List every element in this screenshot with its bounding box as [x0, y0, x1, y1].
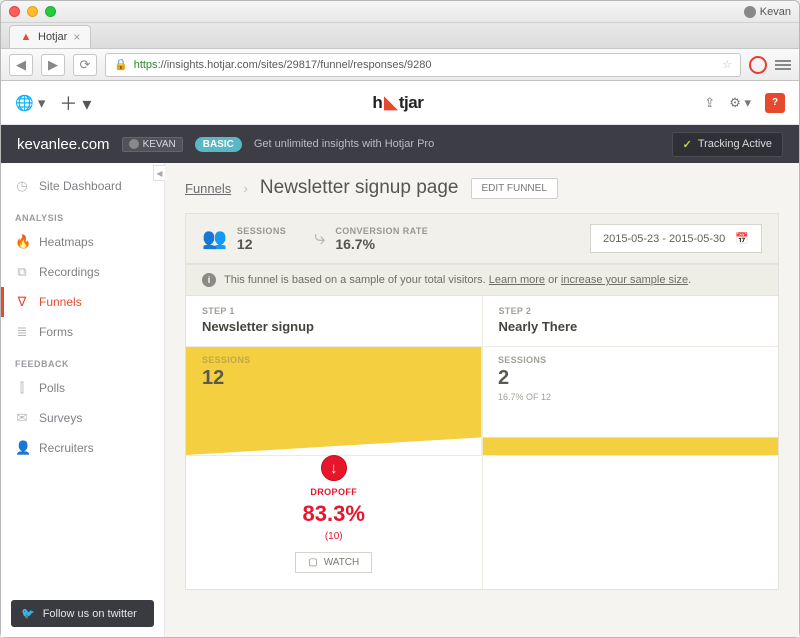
window-close-button[interactable] [9, 6, 20, 17]
plan-badge: BASIC [195, 137, 242, 152]
dashboard-icon: ◷ [15, 178, 29, 194]
info-icon: i [202, 273, 216, 287]
page-title: Newsletter signup page [260, 177, 459, 199]
sidebar-item-recruiters[interactable]: 👤 Recruiters [1, 433, 164, 463]
site-bar: kevanlee.com KEVAN BASIC Get unlimited i… [1, 125, 799, 163]
sidebar-item-funnels[interactable]: ∇ Funnels [1, 287, 164, 317]
sidebar: ◀ ◷ Site Dashboard ANALYSIS 🔥 Heatmaps ⧉… [1, 163, 165, 637]
browser-tab[interactable]: ▲ Hotjar × [9, 25, 91, 48]
sessions-step-1: SESSIONS 12 [186, 347, 482, 455]
hotjar-logo[interactable]: h◣tjar [372, 93, 423, 113]
browser-toolbar: ◀ ▶ ⟳ 🔒 https://insights.hotjar.com/site… [1, 49, 799, 81]
sidebar-collapse-button[interactable]: ◀ [153, 165, 165, 181]
site-domain[interactable]: kevanlee.com [17, 136, 110, 153]
learn-more-link[interactable]: Learn more [489, 274, 545, 286]
polls-icon: ⫿ [15, 380, 29, 396]
dropoff-step-1: ↓ DROPOFF 83.3% (10) ▢ WATCH [186, 456, 483, 589]
watch-button[interactable]: ▢ WATCH [295, 552, 372, 573]
breadcrumb-root[interactable]: Funnels [185, 181, 231, 196]
sessions-step-2: SESSIONS 2 16.7% OF 12 [482, 347, 778, 455]
sidebar-section-header: ANALYSIS [1, 201, 164, 227]
main-content: Funnels › Newsletter signup page EDIT FU… [165, 163, 799, 637]
twitter-icon: 🐦 [21, 607, 35, 620]
add-site-button[interactable]: ＋ ▾ [59, 90, 91, 116]
settings-gear-icon[interactable]: ⚙ ▾ [729, 95, 751, 111]
twitter-follow-button[interactable]: 🐦 Follow us on twitter [11, 600, 154, 627]
language-button[interactable]: 🌐 ▾ [15, 94, 45, 112]
sessions-icon: 👥 [202, 226, 227, 251]
increase-sample-link[interactable]: increase your sample size [561, 274, 688, 286]
back-button[interactable]: ◀ [9, 54, 33, 76]
forms-icon: ≣ [15, 324, 29, 340]
sidebar-item-recordings[interactable]: ⧉ Recordings [1, 257, 164, 287]
stat-conversion: ⤷ CONVERSION RATE 16.7% [314, 226, 428, 252]
sidebar-item-label: Forms [39, 325, 73, 339]
user-role-badge: KEVAN [122, 137, 183, 152]
recruiters-icon: 👤 [15, 440, 29, 456]
dropoff-step-2 [483, 456, 779, 589]
window-titlebar: Kevan [1, 1, 799, 23]
info-strip: i This funnel is based on a sample of yo… [186, 264, 778, 296]
chevron-right-icon: › [243, 180, 248, 196]
browser-menu-button[interactable] [775, 60, 791, 70]
camera-icon: ▢ [308, 557, 317, 568]
sidebar-item-heatmaps[interactable]: 🔥 Heatmaps [1, 227, 164, 257]
dropoff-count: (10) [325, 531, 343, 542]
profile-avatar-icon [744, 6, 756, 18]
user-icon [129, 139, 139, 149]
sidebar-item-label: Recordings [39, 265, 100, 279]
sidebar-section-header: FEEDBACK [1, 347, 164, 373]
funnel-icon: ∇ [15, 294, 29, 310]
sidebar-item-label: Funnels [39, 295, 82, 309]
sidebar-item-label: Polls [39, 381, 65, 395]
funnel-step-1: STEP 1 Newsletter signup [186, 296, 483, 346]
conversion-icon: ⤷ [314, 227, 325, 250]
browser-tabstrip: ▲ Hotjar × [1, 23, 799, 49]
funnel-panel: 👥 SESSIONS 12 ⤷ CONVERSION RATE 16.7% [185, 213, 779, 590]
profile-name: Kevan [760, 6, 791, 18]
hotjar-topbar: 🌐 ▾ ＋ ▾ h◣tjar ⇪ ⚙ ▾ ? [1, 81, 799, 125]
dropoff-arrow-icon: ↓ [321, 455, 347, 481]
sidebar-item-label: Surveys [39, 411, 82, 425]
browser-tab-title: Hotjar [38, 31, 67, 43]
recordings-icon: ⧉ [15, 264, 29, 280]
url-text: ://insights.hotjar.com/sites/29817/funne… [158, 59, 432, 71]
edit-funnel-button[interactable]: EDIT FUNNEL [471, 178, 558, 199]
browser-brand-icon[interactable] [749, 56, 767, 74]
sidebar-item-label: Site Dashboard [39, 179, 122, 193]
window-minimize-button[interactable] [27, 6, 38, 17]
calendar-icon: 📅 [735, 232, 749, 245]
funnel-step-2: STEP 2 Nearly There [483, 296, 779, 346]
url-scheme: https [134, 59, 158, 71]
bookmark-star-icon[interactable]: ☆ [722, 58, 732, 71]
tab-close-icon[interactable]: × [73, 30, 80, 44]
date-range-picker[interactable]: 2015-05-23 - 2015-05-30 📅 [590, 224, 762, 253]
sidebar-item-surveys[interactable]: ✉ Surveys [1, 403, 164, 433]
check-icon: ✓ [683, 138, 692, 151]
stat-sessions: 👥 SESSIONS 12 [202, 226, 286, 252]
sidebar-item-dashboard[interactable]: ◷ Site Dashboard [1, 171, 164, 201]
address-bar[interactable]: 🔒 https://insights.hotjar.com/sites/2981… [105, 53, 741, 77]
upsell-link[interactable]: Get unlimited insights with Hotjar Pro [254, 138, 434, 150]
surveys-icon: ✉ [15, 410, 29, 426]
sidebar-item-polls[interactable]: ⫿ Polls [1, 373, 164, 403]
sidebar-item-label: Heatmaps [39, 235, 94, 249]
tracking-status: ✓ Tracking Active [672, 132, 783, 157]
hotjar-favicon-icon: ▲ [20, 31, 32, 43]
sidebar-item-forms[interactable]: ≣ Forms [1, 317, 164, 347]
lock-icon: 🔒 [114, 58, 128, 71]
notifications-button[interactable]: ? [765, 93, 785, 113]
window-zoom-button[interactable] [45, 6, 56, 17]
flame-icon: ◣ [384, 93, 397, 113]
heatmap-icon: 🔥 [15, 234, 29, 250]
export-icon[interactable]: ⇪ [704, 95, 715, 111]
forward-button[interactable]: ▶ [41, 54, 65, 76]
dropoff-percent: 83.3% [303, 501, 365, 527]
sidebar-item-label: Recruiters [39, 441, 94, 455]
reload-button[interactable]: ⟳ [73, 54, 97, 76]
funnel-chart: SESSIONS 12 SESSIONS 2 16.7% OF 12 [186, 346, 778, 456]
